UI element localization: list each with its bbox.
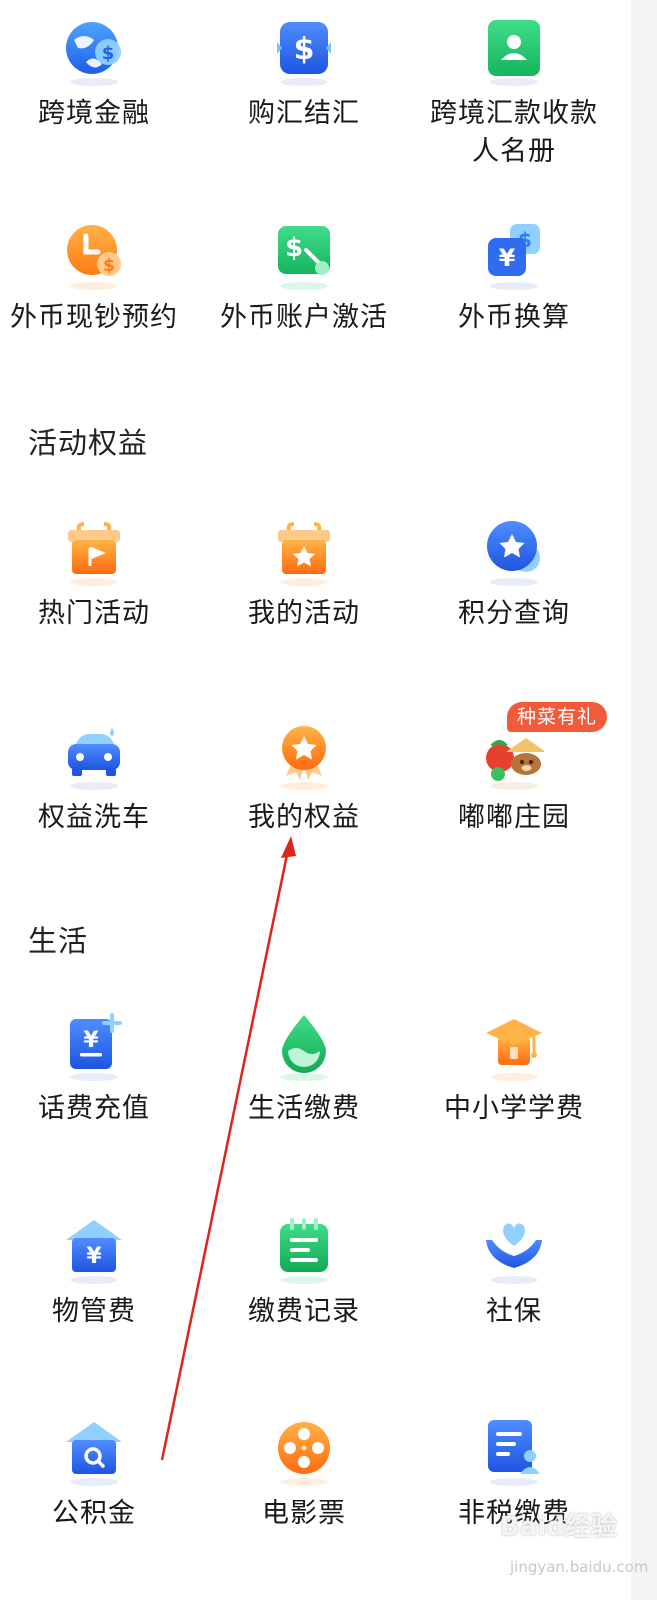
gift-star-icon <box>274 518 334 578</box>
menu-item-my-activities[interactable]: 我的活动 <box>199 500 409 700</box>
watermark-logo: Baid经验 <box>500 1512 617 1542</box>
menu-item-dudu-farm[interactable]: 嘟嘟庄园 <box>409 704 619 904</box>
menu-item-label: 跨境汇款收款 人名册 <box>409 95 619 171</box>
document-person-icon <box>484 1418 544 1478</box>
menu-item-phone-recharge[interactable]: ¥ 话费充值 <box>0 995 199 1195</box>
scrollbar-track[interactable] <box>631 0 657 1600</box>
section-title-life: 生活 <box>28 924 89 958</box>
menu-item-cross-border-payee-list[interactable]: 跨境汇款收款 人名册 <box>409 0 619 200</box>
contact-book-icon <box>484 18 544 78</box>
menu-item-label: 外币现钞预约 <box>10 302 178 333</box>
menu-item-my-benefits[interactable]: 我的权益 <box>199 704 409 904</box>
menu-item-car-wash[interactable]: 权益洗车 <box>0 704 199 904</box>
menu-item-property-fee[interactable]: ¥ 物管费 <box>0 1198 199 1398</box>
menu-item-label: 缴费记录 <box>248 1296 360 1327</box>
menu-item-label: 生活缴费 <box>248 1093 360 1124</box>
medal-icon <box>274 722 334 782</box>
svg-text:$: $ <box>285 233 303 263</box>
menu-item-payment-records[interactable]: 缴费记录 <box>199 1198 409 1398</box>
menu-item-cross-border-finance[interactable]: $ 跨境金融 <box>0 0 199 200</box>
menu-item-label: 跨境金融 <box>38 98 150 129</box>
menu-item-points-query[interactable]: 积分查询 <box>409 500 619 700</box>
water-drop-icon <box>274 1013 334 1073</box>
menu-item-fx-cash-reservation[interactable]: $ 外币现钞预约 <box>0 204 199 404</box>
menu-item-label: 中小学学费 <box>444 1093 584 1124</box>
svg-text:¥: ¥ <box>83 1028 99 1053</box>
svg-text:¥: ¥ <box>499 244 516 272</box>
watermark-url: jingyan.baidu.com <box>510 1558 649 1576</box>
menu-item-label: 嘟嘟庄园 <box>458 802 570 833</box>
svg-text:¥: ¥ <box>86 1244 102 1269</box>
section-title-activities: 活动权益 <box>28 426 149 460</box>
star-circle-icon <box>484 518 544 578</box>
clock-dollar-icon: $ <box>64 222 124 282</box>
house-yen-icon: ¥ <box>64 1216 124 1276</box>
menu-item-label: 电影票 <box>262 1498 346 1529</box>
globe-dollar-icon: $ <box>64 18 124 78</box>
menu-item-label: 公积金 <box>52 1498 136 1529</box>
menu-item-buy-settle-fx[interactable]: $ 购汇结汇 <box>199 0 409 200</box>
calendar-list-icon <box>274 1216 334 1276</box>
promo-badge: 种菜有礼 <box>507 702 608 732</box>
menu-item-hot-activities[interactable]: 热门活动 <box>0 500 199 700</box>
menu-item-school-fees[interactable]: 中小学学费 <box>409 995 619 1195</box>
menu-item-label: 我的活动 <box>248 598 360 629</box>
menu-item-label: 外币账户激活 <box>220 302 388 333</box>
yen-dollar-icon: $ ¥ <box>484 222 544 282</box>
menu-item-housing-fund[interactable]: 公积金 <box>0 1400 199 1600</box>
menu-item-label: 购汇结汇 <box>248 98 360 129</box>
menu-item-label: 社保 <box>486 1296 542 1327</box>
dollar-exchange-icon: $ <box>274 18 334 78</box>
menu-item-utility-payment[interactable]: 生活缴费 <box>199 995 409 1195</box>
menu-item-fx-account-activation[interactable]: $ 外币账户激活 <box>199 204 409 404</box>
menu-item-social-security[interactable]: 社保 <box>409 1198 619 1398</box>
menu-item-label: 我的权益 <box>248 802 360 833</box>
dollar-key-icon: $ <box>274 222 334 282</box>
menu-item-label: 积分查询 <box>458 598 570 629</box>
menu-item-label: 话费充值 <box>38 1093 150 1124</box>
gift-flag-icon <box>64 518 124 578</box>
film-reel-icon <box>274 1418 334 1478</box>
yen-card-plus-icon: ¥ <box>64 1013 124 1073</box>
menu-item-label: 物管费 <box>52 1296 136 1327</box>
svg-text:$: $ <box>103 256 115 276</box>
menu-item-label: 权益洗车 <box>38 802 150 833</box>
menu-item-fx-conversion[interactable]: $ ¥ 外币换算 <box>409 204 619 404</box>
house-search-icon <box>64 1418 124 1478</box>
menu-item-movie-tickets[interactable]: 电影票 <box>199 1400 409 1600</box>
car-icon <box>64 722 124 782</box>
svg-text:$: $ <box>294 32 315 67</box>
label-line-2: 人名册 <box>472 136 556 167</box>
label-line-1: 跨境汇款收款 <box>430 98 598 129</box>
heart-hands-icon <box>484 1216 544 1276</box>
svg-text:$: $ <box>102 43 115 64</box>
menu-item-label: 热门活动 <box>38 598 150 629</box>
graduation-cap-icon <box>484 1013 544 1073</box>
menu-item-label: 外币换算 <box>458 302 570 333</box>
